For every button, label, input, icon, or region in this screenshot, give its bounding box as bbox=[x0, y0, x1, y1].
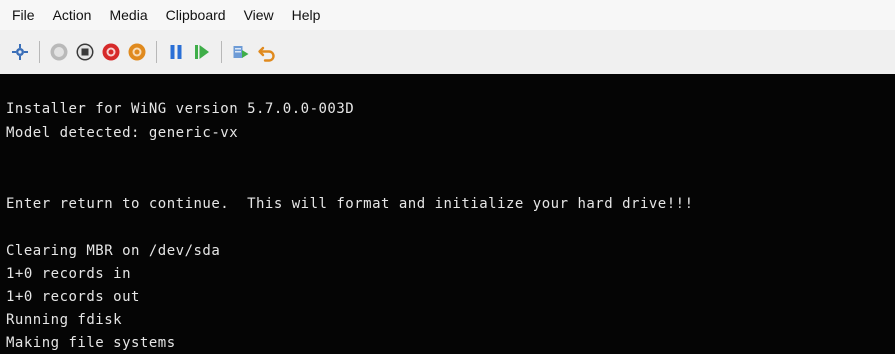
toolbar bbox=[0, 30, 895, 74]
start-icon[interactable] bbox=[49, 42, 69, 62]
menu-clipboard[interactable]: Clipboard bbox=[166, 0, 226, 30]
console-line-running-fdisk: Running fdisk bbox=[6, 312, 123, 328]
menu-bar: File Action Media Clipboard View Help bbox=[0, 0, 895, 30]
toolbar-separator bbox=[156, 41, 157, 63]
menu-file[interactable]: File bbox=[12, 0, 35, 30]
menu-media[interactable]: Media bbox=[109, 0, 147, 30]
console-line-installer: Installer for WiNG version 5.7.0.0-003D bbox=[6, 101, 355, 117]
console-line-making-fs: Making file systems bbox=[6, 335, 176, 351]
vm-connection-window: File Action Media Clipboard View Help In… bbox=[0, 0, 895, 354]
menu-action[interactable]: Action bbox=[53, 0, 92, 30]
resume-icon[interactable] bbox=[192, 42, 212, 62]
toolbar-separator bbox=[39, 41, 40, 63]
checkpoint-icon[interactable] bbox=[231, 42, 251, 62]
menu-help[interactable]: Help bbox=[292, 0, 321, 30]
console-line-records-in: 1+0 records in bbox=[6, 266, 132, 282]
console-line-model: Model detected: generic-vx bbox=[6, 125, 239, 141]
pause-icon[interactable] bbox=[166, 42, 186, 62]
save-state-icon[interactable] bbox=[127, 42, 147, 62]
turn-off-icon[interactable] bbox=[75, 42, 95, 62]
revert-icon[interactable] bbox=[257, 42, 277, 62]
vm-console-screen[interactable]: Installer for WiNG version 5.7.0.0-003D … bbox=[0, 74, 895, 354]
toolbar-separator bbox=[221, 41, 222, 63]
console-line-clearing-mbr: Clearing MBR on /dev/sda bbox=[6, 243, 221, 259]
ctrl-alt-del-icon[interactable] bbox=[10, 42, 30, 62]
menu-view[interactable]: View bbox=[244, 0, 274, 30]
shutdown-icon[interactable] bbox=[101, 42, 121, 62]
console-line-records-out: 1+0 records out bbox=[6, 289, 140, 305]
console-line-enter-return: Enter return to continue. This will form… bbox=[6, 196, 694, 212]
